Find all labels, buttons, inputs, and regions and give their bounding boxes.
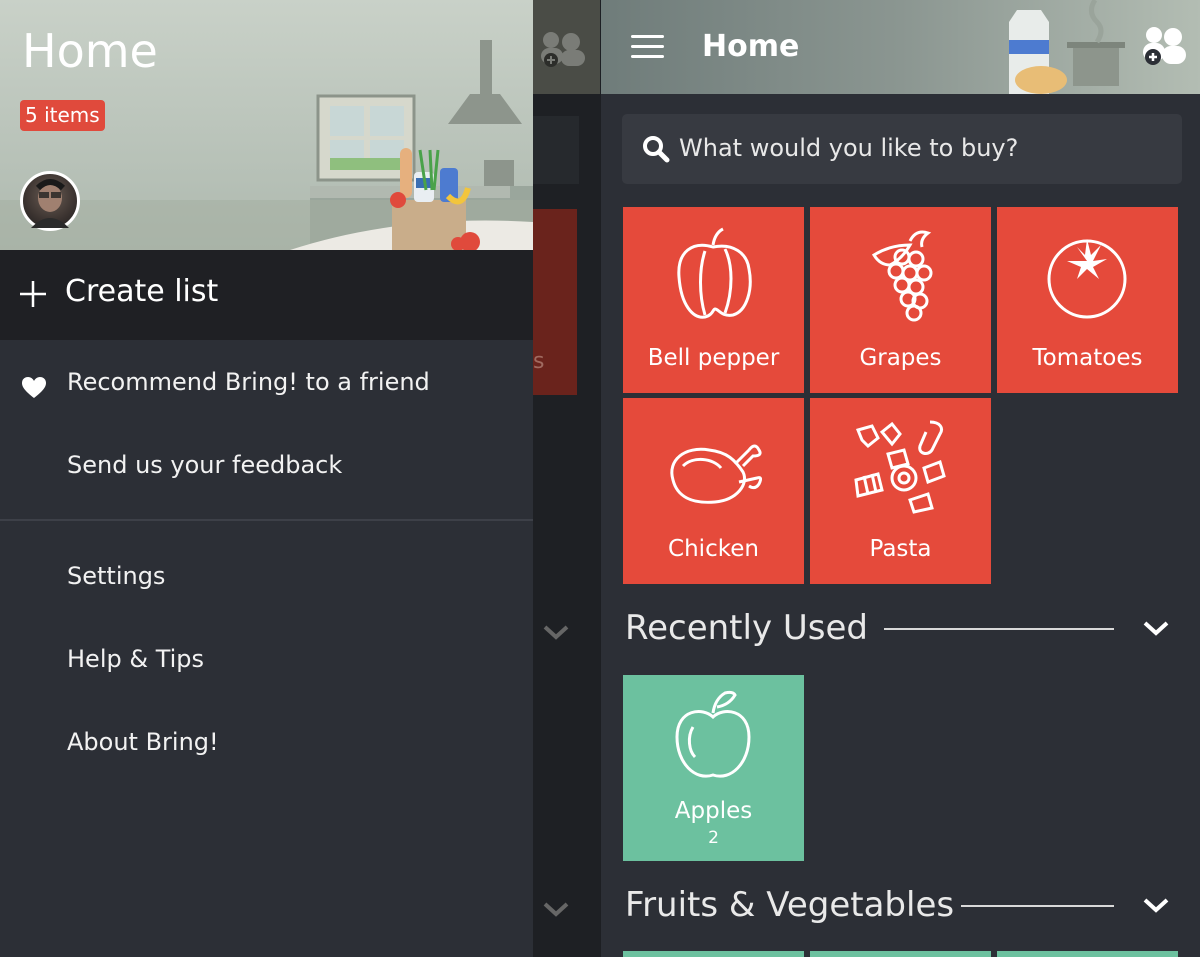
search-icon xyxy=(643,136,670,163)
section-title-fruits-vegetables: Fruits & Vegetables xyxy=(625,885,955,925)
items-count-badge: 5 items xyxy=(20,100,105,131)
dimmed-header xyxy=(533,0,600,94)
drawer-screen: s Home 5 items Create list Recommend Bri… xyxy=(0,0,600,957)
pasta-icon xyxy=(854,420,946,514)
create-list-button[interactable]: Create list xyxy=(0,250,533,340)
item-tile-tomatoes[interactable]: Tomatoes xyxy=(997,207,1178,393)
menu-item-settings[interactable]: Settings xyxy=(0,540,533,610)
page-title: Home xyxy=(702,29,800,64)
dimmed-chevron-down-icon xyxy=(543,625,569,640)
menu-item-label: About Bring! xyxy=(67,728,219,756)
section-divider xyxy=(961,905,1114,907)
dimmed-search xyxy=(533,116,579,184)
chicken-icon xyxy=(670,444,763,504)
create-list-label: Create list xyxy=(65,274,219,309)
menu-item-label: Settings xyxy=(67,562,166,590)
apple-icon xyxy=(675,690,751,778)
tomato-icon xyxy=(1047,239,1127,319)
item-tile-label: Tomatoes xyxy=(1032,345,1143,371)
share-list-icon[interactable] xyxy=(1139,25,1187,67)
item-tile-grapes[interactable]: Grapes xyxy=(810,207,991,393)
avatar[interactable] xyxy=(20,171,80,231)
item-tile-label: Bell pepper xyxy=(647,345,780,371)
menu-item-recommend[interactable]: Recommend Bring! to a friend xyxy=(0,346,533,416)
item-tile-label: Chicken xyxy=(668,536,759,562)
catalog-tile-partial[interactable] xyxy=(810,951,991,957)
menu-item-label: Send us your feedback xyxy=(67,451,343,479)
menu-item-label: Help & Tips xyxy=(67,645,205,673)
item-tile-bell-pepper[interactable]: Bell pepper xyxy=(623,207,804,393)
plus-icon xyxy=(20,281,46,307)
recent-tile-apples[interactable]: Apples 2 xyxy=(623,675,804,861)
menu-item-feedback[interactable]: Send us your feedback xyxy=(0,429,533,499)
list-screen: Home What would you like to buy? Bell pe… xyxy=(600,0,1200,957)
catalog-tile-partial[interactable] xyxy=(623,951,804,957)
section-title-recently-used: Recently Used xyxy=(625,608,868,648)
menu-item-label: Recommend Bring! to a friend xyxy=(67,368,430,396)
grapes-icon xyxy=(871,230,933,322)
heart-icon xyxy=(22,377,46,398)
hamburger-menu-icon[interactable] xyxy=(631,35,664,59)
dimmed-chevron-down-icon xyxy=(543,902,569,917)
chevron-down-icon[interactable] xyxy=(1142,618,1170,638)
drawer-title: Home xyxy=(22,24,158,78)
menu-item-about[interactable]: About Bring! xyxy=(0,706,533,776)
search-input[interactable]: What would you like to buy? xyxy=(622,114,1182,184)
section-divider xyxy=(884,628,1114,630)
dimmed-share-icon xyxy=(541,32,585,67)
item-tile-label: Grapes xyxy=(859,345,942,371)
search-placeholder: What would you like to buy? xyxy=(679,134,1019,162)
chevron-down-icon[interactable] xyxy=(1142,895,1170,915)
app-header: Home xyxy=(601,0,1200,94)
recent-tile-count: 2 xyxy=(708,828,719,848)
divider xyxy=(0,519,533,521)
item-tile-chicken[interactable]: Chicken xyxy=(623,398,804,584)
item-tile-label: Pasta xyxy=(869,536,932,562)
item-tile-pasta[interactable]: Pasta xyxy=(810,398,991,584)
navigation-drawer: Home 5 items Create list Recommend Bring… xyxy=(0,0,533,957)
drawer-header: Home 5 items xyxy=(0,0,533,250)
user-photo xyxy=(31,179,69,228)
catalog-tile-partial[interactable] xyxy=(997,951,1178,957)
recent-tile-label: Apples xyxy=(674,798,753,824)
dimmed-tile: s xyxy=(533,209,577,395)
menu-item-help[interactable]: Help & Tips xyxy=(0,623,533,693)
bell-pepper-icon xyxy=(677,227,752,319)
dimmed-app-background[interactable]: s xyxy=(533,0,600,957)
